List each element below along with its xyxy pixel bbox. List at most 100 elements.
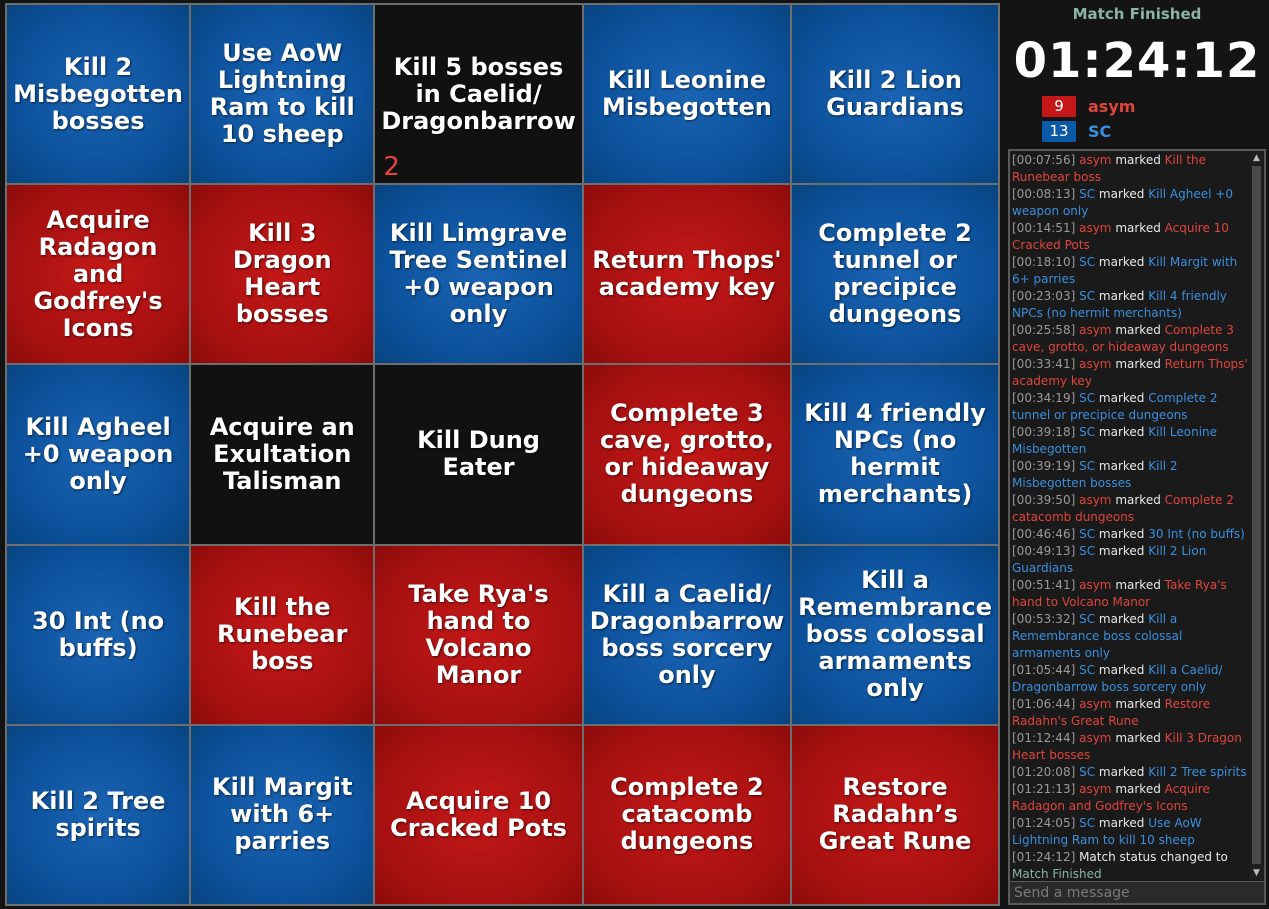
- board-cell[interactable]: Complete 3 cave, grotto, or hideaway dun…: [583, 365, 791, 544]
- log-player: SC: [1079, 816, 1096, 830]
- board-cell[interactable]: Kill 2 Lion Guardians: [792, 5, 998, 184]
- board-cell[interactable]: Kill 5 bosses in Caelid/ Dragonbarrow 2: [375, 5, 582, 184]
- log-player: asym: [1079, 153, 1112, 167]
- log-timestamp: [00:51:41]: [1012, 578, 1076, 592]
- board-cell[interactable]: Acquire an Exultation Talisman: [191, 365, 374, 544]
- cell-goal-text: Complete 3 cave, grotto, or hideaway dun…: [600, 399, 774, 509]
- board-cell[interactable]: Kill Agheel +0 weapon only: [7, 365, 190, 544]
- log-entry: [00:25:58] asym marked Complete 3 cave, …: [1012, 322, 1250, 356]
- scroll-thumb[interactable]: [1252, 166, 1261, 864]
- log-timestamp: [01:24:05]: [1012, 816, 1076, 830]
- log-entry: [01:20:08] SC marked Kill 2 Tree spirits: [1012, 764, 1250, 781]
- cell-goal-text: Kill 3 Dragon Heart bosses: [232, 219, 332, 329]
- log-player: SC: [1079, 527, 1096, 541]
- log-timestamp: [00:23:03]: [1012, 289, 1076, 303]
- message-input[interactable]: [1010, 881, 1264, 903]
- board-cell[interactable]: 30 Int (no buffs): [7, 545, 190, 724]
- board-cell[interactable]: Restore Radahn’s Great Rune: [792, 725, 998, 904]
- board-cell[interactable]: Complete 2 tunnel or precipice dungeons: [792, 185, 998, 364]
- match-status: Match Finished: [1072, 5, 1202, 23]
- log-goal: Match Finished: [1012, 867, 1102, 879]
- log-action: marked: [1111, 221, 1165, 235]
- board-cell[interactable]: Kill Limgrave Tree Sentinel +0 weapon on…: [375, 185, 582, 364]
- log-timestamp: [00:25:58]: [1012, 323, 1076, 337]
- cell-goal-text: Return Thops' academy key: [592, 246, 782, 302]
- cell-goal-text: Kill a Caelid/ Dragonbarrow boss sorcery…: [589, 579, 785, 689]
- board-cell[interactable]: Kill 4 friendly NPCs (no hermit merchant…: [792, 365, 998, 544]
- log-player: SC: [1079, 425, 1096, 439]
- log-timestamp: [00:14:51]: [1012, 221, 1076, 235]
- log-timestamp: [00:39:18]: [1012, 425, 1076, 439]
- scroll-down-icon[interactable]: ▼: [1250, 867, 1263, 879]
- log-timestamp: [00:39:50]: [1012, 493, 1076, 507]
- log-entry: [01:12:44] asym marked Kill 3 Dragon Hea…: [1012, 730, 1250, 764]
- log-entry: [01:06:44] asym marked Restore Radahn's …: [1012, 696, 1250, 730]
- log-timestamp: [00:34:19]: [1012, 391, 1076, 405]
- cell-goal-text: Use AoW Lightning Ram to kill 10 sheep: [209, 39, 355, 149]
- log-entry: [00:34:19] SC marked Complete 2 tunnel o…: [1012, 390, 1250, 424]
- board-cell[interactable]: Kill Dung Eater: [375, 365, 582, 544]
- board-cell[interactable]: Kill 3 Dragon Heart bosses: [191, 185, 374, 364]
- log-action: marked: [1095, 391, 1149, 405]
- log-action: marked: [1111, 578, 1165, 592]
- log-action: Match status changed to: [1075, 850, 1228, 864]
- board-cell[interactable]: Kill the Runebear boss: [191, 545, 374, 724]
- cell-goal-text: Acquire Radagon and Godfrey's Icons: [33, 205, 163, 342]
- log-timestamp: [01:20:08]: [1012, 765, 1076, 779]
- cell-goal-text: 30 Int (no buffs): [32, 606, 165, 662]
- board-cell[interactable]: Acquire 10 Cracked Pots: [375, 725, 582, 904]
- log-player: asym: [1079, 731, 1112, 745]
- log-action: marked: [1095, 816, 1149, 830]
- scroll-up-icon[interactable]: ▲: [1250, 152, 1263, 164]
- log-entry: [00:49:13] SC marked Kill 2 Lion Guardia…: [1012, 543, 1250, 577]
- cell-goal-text: Kill 4 friendly NPCs (no hermit merchant…: [804, 399, 986, 509]
- board-cell[interactable]: Kill a Remembrance boss colossal armamen…: [792, 545, 998, 724]
- log-timestamp: [01:05:44]: [1012, 663, 1076, 677]
- board-cell[interactable]: Kill Margit with 6+ parries: [191, 725, 374, 904]
- cell-goal-text: Kill 2 Misbegotten bosses: [13, 52, 183, 135]
- log-timestamp: [00:46:46]: [1012, 527, 1076, 541]
- score-badge-asym: 9: [1042, 96, 1076, 117]
- log-timestamp: [00:39:19]: [1012, 459, 1076, 473]
- match-timer: 01:24:12: [1013, 33, 1261, 89]
- score-badge-sc: 13: [1042, 121, 1076, 142]
- cell-goal-text: Restore Radahn’s Great Rune: [818, 773, 972, 856]
- cell-goal-text: Kill Dung Eater: [417, 426, 540, 482]
- log-entry: [00:39:18] SC marked Kill Leonine Misbeg…: [1012, 424, 1250, 458]
- chat-log[interactable]: [00:07:56] asym marked Kill the Runebear…: [1012, 152, 1250, 879]
- log-action: marked: [1111, 493, 1165, 507]
- cell-goal-text: Kill Agheel +0 weapon only: [22, 412, 174, 495]
- log-entry: [00:07:56] asym marked Kill the Runebear…: [1012, 152, 1250, 186]
- log-action: marked: [1111, 782, 1165, 796]
- board-cell[interactable]: Kill a Caelid/ Dragonbarrow boss sorcery…: [583, 545, 791, 724]
- scrollbar[interactable]: ▲ ▼: [1250, 152, 1263, 879]
- log-timestamp: [00:33:41]: [1012, 357, 1076, 371]
- log-entry: [01:24:05] SC marked Use AoW Lightning R…: [1012, 815, 1250, 849]
- log-timestamp: [01:24:12]: [1012, 850, 1076, 864]
- log-action: marked: [1095, 459, 1149, 473]
- log-entry: [00:33:41] asym marked Return Thops' aca…: [1012, 356, 1250, 390]
- log-player: SC: [1079, 187, 1096, 201]
- log-entry: [00:14:51] asym marked Acquire 10 Cracke…: [1012, 220, 1250, 254]
- board-cell[interactable]: Use AoW Lightning Ram to kill 10 sheep: [191, 5, 374, 184]
- log-player: SC: [1079, 663, 1096, 677]
- log-timestamp: [01:06:44]: [1012, 697, 1076, 711]
- board-cell[interactable]: Acquire Radagon and Godfrey's Icons: [7, 185, 190, 364]
- log-timestamp: [00:08:13]: [1012, 187, 1076, 201]
- board-cell[interactable]: Take Rya's hand to Volcano Manor: [375, 545, 582, 724]
- board-cell[interactable]: Kill 2 Tree spirits: [7, 725, 190, 904]
- cell-goal-text: Kill 2 Lion Guardians: [826, 66, 964, 122]
- bingo-board: Kill 2 Misbegotten bosses Use AoW Lightni…: [5, 3, 1000, 906]
- log-entry: [00:18:10] SC marked Kill Margit with 6+…: [1012, 254, 1250, 288]
- board-cell[interactable]: Return Thops' academy key: [583, 185, 791, 364]
- board-cell[interactable]: Complete 2 catacomb dungeons: [583, 725, 791, 904]
- player-name-sc: SC: [1088, 122, 1112, 141]
- log-player: asym: [1079, 357, 1112, 371]
- board-cell[interactable]: Kill Leonine Misbegotten: [583, 5, 791, 184]
- log-action: marked: [1111, 731, 1165, 745]
- log-action: marked: [1111, 323, 1165, 337]
- log-action: marked: [1095, 765, 1149, 779]
- board-cell[interactable]: Kill 2 Misbegotten bosses: [7, 5, 190, 184]
- log-player: asym: [1079, 578, 1112, 592]
- log-entry: [00:51:41] asym marked Take Rya's hand t…: [1012, 577, 1250, 611]
